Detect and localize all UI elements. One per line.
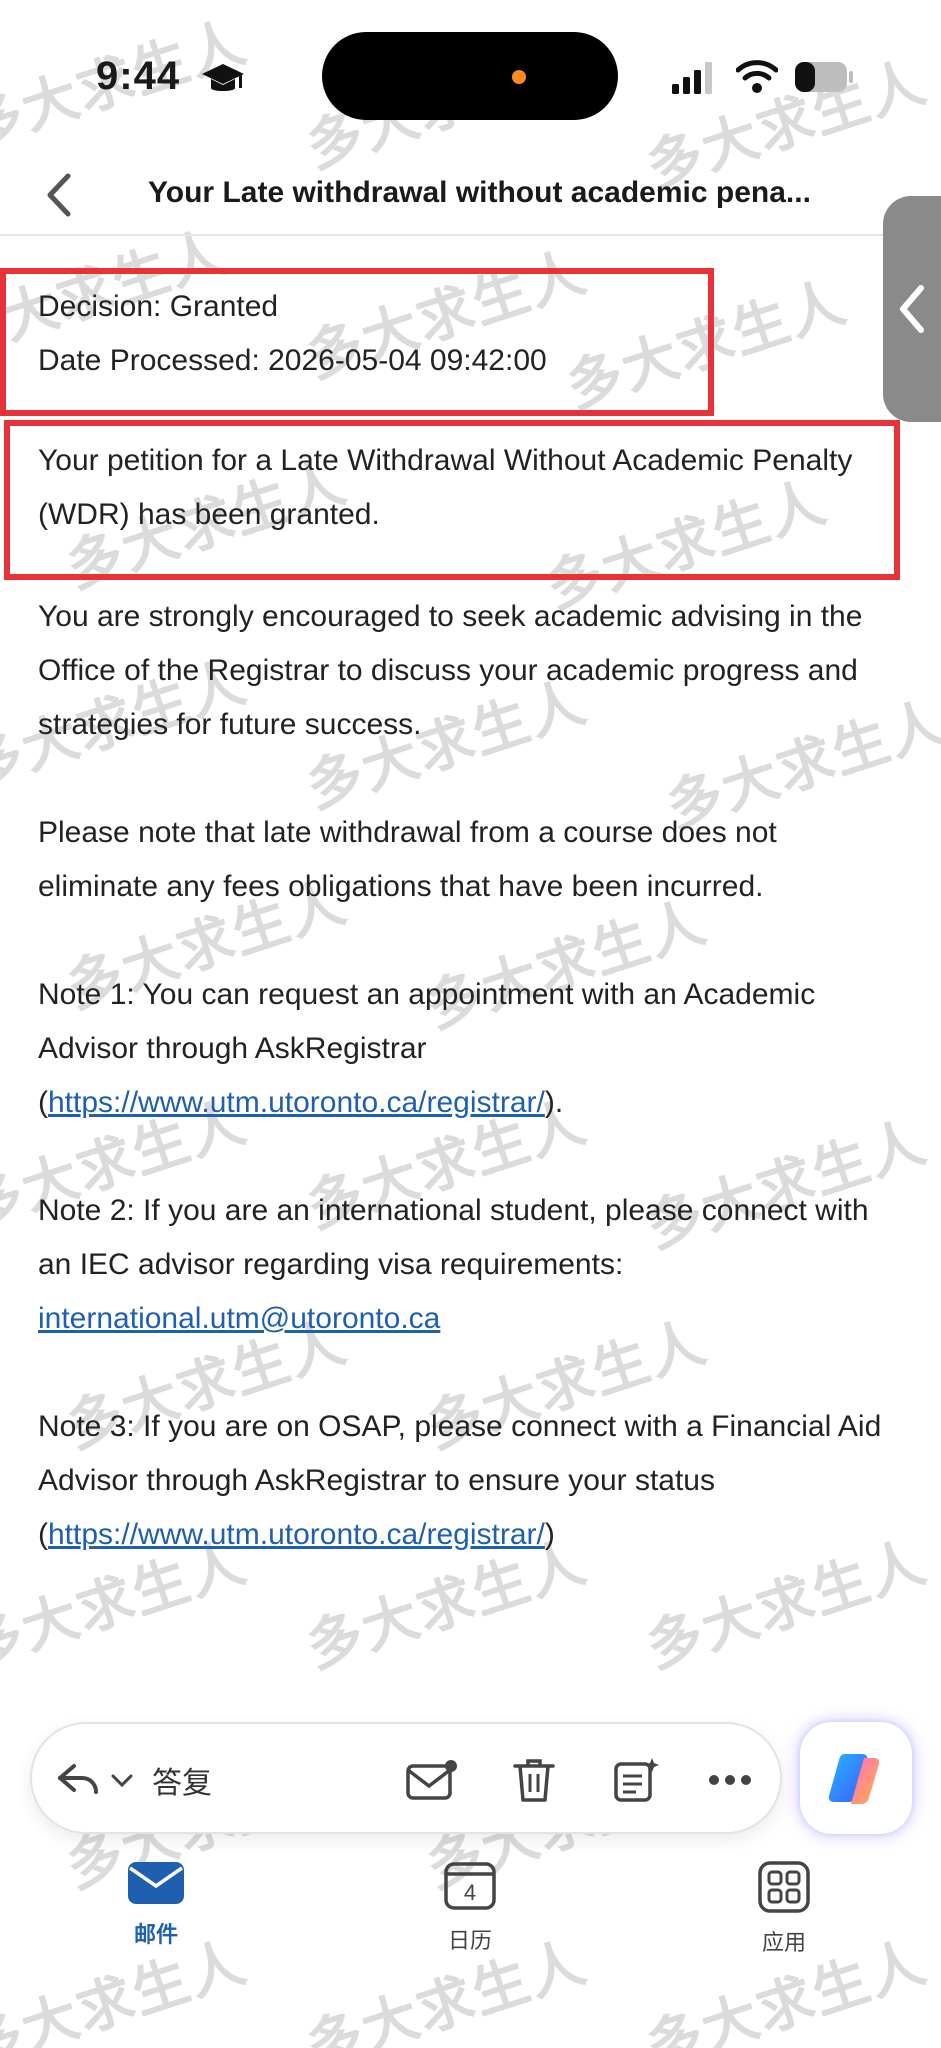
tab-apps-label: 应用: [761, 1930, 806, 1955]
cellular-signal-icon: [672, 62, 712, 94]
delete-button[interactable]: [494, 1724, 574, 1836]
email-subject: Your Late withdrawal without academic pe…: [148, 176, 811, 209]
reply-label: 答复: [152, 1767, 212, 1800]
note-2-paragraph: Note 2: If you are an international stud…: [38, 1184, 898, 1346]
tab-mail-label: 邮件: [133, 1922, 178, 1947]
reply-arrow-icon: [58, 1764, 98, 1794]
copilot-icon: [828, 1754, 880, 1804]
date-processed-line: Date Processed: 2026-05-04 09:42:00: [38, 344, 547, 377]
wifi-icon: [736, 60, 778, 93]
message-action-toolbar: 答复: [30, 1722, 782, 1834]
chevron-down-icon[interactable]: [110, 1770, 134, 1790]
bottom-tab-bar: 邮件 4 日历 应用: [0, 1860, 941, 1970]
dynamic-island: [322, 32, 618, 120]
status-time: 9:44: [96, 54, 181, 98]
calendar-icon: 4: [444, 1862, 496, 1910]
copilot-button[interactable]: [800, 1722, 912, 1834]
back-chevron-icon[interactable]: [40, 170, 80, 220]
envelope-unread-icon: [406, 1760, 457, 1800]
calendar-date: 4: [464, 1880, 476, 1905]
apps-grid-icon: [758, 1861, 810, 1913]
mail-icon: [128, 1862, 184, 1904]
granted-paragraph: Your petition for a Late Withdrawal With…: [38, 444, 853, 531]
tab-mail[interactable]: 邮件: [96, 1860, 216, 1949]
ai-summary-icon: [614, 1758, 659, 1802]
mic-indicator-dot: [512, 70, 526, 84]
tab-calendar-label: 日历: [447, 1928, 492, 1953]
registrar-link-2[interactable]: https://www.utm.utoronto.ca/registrar/: [48, 1518, 545, 1551]
advising-paragraph: You are strongly encouraged to seek acad…: [38, 600, 863, 741]
graduation-cap-icon: [202, 64, 244, 91]
tab-calendar[interactable]: 4 日历: [410, 1860, 530, 1955]
email-header: Your Late withdrawal without academic pe…: [0, 160, 941, 236]
more-dots-icon: [709, 1775, 751, 1785]
more-options-button[interactable]: [698, 1724, 762, 1836]
note-3-suffix: ): [544, 1518, 555, 1551]
note-3-paragraph: Note 3: If you are on OSAP, please conne…: [38, 1400, 898, 1562]
summarize-button[interactable]: [596, 1724, 676, 1836]
email-body: Decision: Granted Date Processed: 2026-0…: [38, 280, 898, 1616]
tab-apps[interactable]: 应用: [724, 1860, 844, 1957]
iec-email-link[interactable]: international.utm@utoronto.ca: [38, 1302, 440, 1335]
registrar-link[interactable]: https://www.utm.utoronto.ca/registrar/: [48, 1086, 545, 1119]
note-1-paragraph: Note 1: You can request an appointment w…: [38, 968, 898, 1130]
decision-line: Decision: Granted: [38, 290, 279, 323]
note-2-text: Note 2: If you are an international stud…: [38, 1194, 869, 1281]
reply-button[interactable]: 答复: [56, 1724, 256, 1836]
trash-icon: [513, 1759, 555, 1802]
status-bar: 9:44: [0, 0, 941, 160]
note-1-suffix: ).: [544, 1086, 564, 1119]
battery-icon: [795, 62, 853, 92]
chevron-left-icon: [900, 285, 924, 333]
mark-unread-button[interactable]: [392, 1724, 472, 1836]
fees-paragraph: Please note that late withdrawal from a …: [38, 816, 777, 903]
